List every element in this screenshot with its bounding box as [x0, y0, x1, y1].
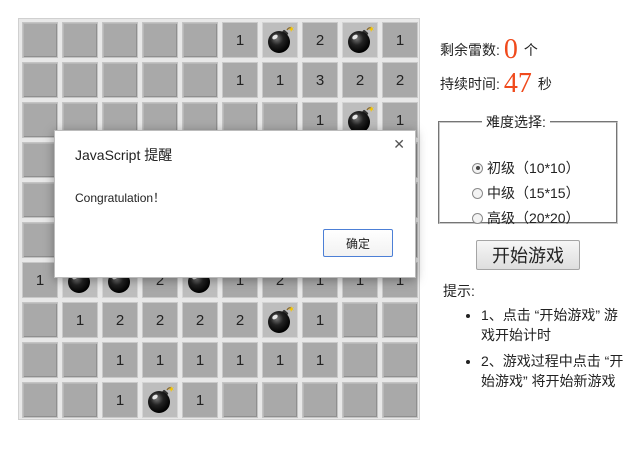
- bomb-icon: [348, 26, 374, 53]
- covered-cell[interactable]: [22, 62, 58, 98]
- covered-cell[interactable]: [62, 22, 98, 58]
- covered-cell[interactable]: [382, 342, 418, 378]
- covered-cell[interactable]: [182, 62, 218, 98]
- difficulty-option-advanced[interactable]: 高级（20*20）: [472, 208, 580, 228]
- number-cell[interactable]: 2: [302, 22, 338, 58]
- covered-cell[interactable]: [142, 22, 178, 58]
- covered-cell[interactable]: [382, 302, 418, 338]
- dialog-title: JavaScript 提醒: [75, 147, 173, 163]
- number-cell[interactable]: 2: [182, 302, 218, 338]
- number-cell[interactable]: 2: [102, 302, 138, 338]
- covered-cell[interactable]: [22, 142, 58, 178]
- number-cell[interactable]: 1: [142, 342, 178, 378]
- bomb-icon: [268, 26, 294, 53]
- elapsed-time-label: 持续时间:: [440, 76, 500, 92]
- covered-cell[interactable]: [262, 382, 298, 418]
- difficulty-option-intermediate[interactable]: 中级（15*15）: [472, 183, 580, 203]
- number-cell[interactable]: 1: [222, 342, 258, 378]
- number-cell[interactable]: 2: [342, 62, 378, 98]
- number-cell[interactable]: 1: [302, 302, 338, 338]
- difficulty-legend: 难度选择:: [486, 114, 546, 130]
- number-cell[interactable]: 1: [302, 342, 338, 378]
- difficulty-option-label: 初级（10*10）: [487, 160, 580, 176]
- covered-cell[interactable]: [102, 22, 138, 58]
- covered-cell[interactable]: [62, 342, 98, 378]
- covered-cell[interactable]: [22, 182, 58, 218]
- number-cell[interactable]: 2: [142, 302, 178, 338]
- javascript-alert-dialog: JavaScript 提醒 ✕ Congratulation！ 确定: [54, 130, 416, 278]
- number-cell[interactable]: 1: [222, 62, 258, 98]
- number-cell[interactable]: 1: [102, 342, 138, 378]
- covered-cell[interactable]: [342, 302, 378, 338]
- difficulty-group: 难度选择: 初级（10*10） 中级（15*15） 高级（20*20）: [438, 112, 618, 226]
- mines-remaining-unit: 个: [523, 42, 538, 58]
- mine-cell[interactable]: [262, 302, 298, 338]
- covered-cell[interactable]: [62, 62, 98, 98]
- mines-remaining: 剩余雷数: 0 个: [440, 34, 538, 66]
- radio-advanced[interactable]: [472, 212, 483, 224]
- covered-cell[interactable]: [22, 102, 58, 138]
- dialog-ok-button[interactable]: 确定: [323, 229, 393, 257]
- tip-item: 1、点击 “开始游戏” 游戏开始计时: [481, 305, 631, 345]
- number-cell[interactable]: 1: [382, 22, 418, 58]
- tips-title: 提示:: [443, 283, 475, 299]
- elapsed-time-value: 47: [503, 68, 532, 99]
- covered-cell[interactable]: [182, 22, 218, 58]
- covered-cell[interactable]: [22, 222, 58, 258]
- elapsed-time: 持续时间: 47 秒: [440, 68, 552, 100]
- covered-cell[interactable]: [22, 302, 58, 338]
- difficulty-option-label: 中级（15*15）: [487, 185, 580, 201]
- number-cell[interactable]: 1: [182, 342, 218, 378]
- covered-cell[interactable]: [22, 342, 58, 378]
- number-cell[interactable]: 1: [22, 262, 58, 298]
- number-cell[interactable]: 1: [182, 382, 218, 418]
- dialog-message: Congratulation！: [75, 191, 166, 205]
- radio-beginner[interactable]: [472, 162, 483, 174]
- number-cell[interactable]: 1: [102, 382, 138, 418]
- covered-cell[interactable]: [62, 382, 98, 418]
- difficulty-option-label: 高级（20*20）: [487, 210, 580, 226]
- mines-remaining-label: 剩余雷数:: [440, 42, 500, 58]
- mine-cell[interactable]: [262, 22, 298, 58]
- number-cell[interactable]: 2: [222, 302, 258, 338]
- number-cell[interactable]: 3: [302, 62, 338, 98]
- number-cell[interactable]: 1: [222, 22, 258, 58]
- covered-cell[interactable]: [102, 62, 138, 98]
- bomb-icon: [268, 306, 294, 333]
- radio-intermediate[interactable]: [472, 187, 483, 199]
- tip-item: 2、游戏过程中点击 “开始游戏” 将开始新游戏: [481, 351, 631, 391]
- covered-cell[interactable]: [342, 382, 378, 418]
- mines-remaining-value: 0: [503, 34, 518, 65]
- number-cell[interactable]: 1: [62, 302, 98, 338]
- tips-list: 1、点击 “开始游戏” 游戏开始计时 2、游戏过程中点击 “开始游戏” 将开始新…: [465, 305, 631, 397]
- start-game-button[interactable]: 开始游戏: [476, 240, 580, 270]
- covered-cell[interactable]: [142, 62, 178, 98]
- covered-cell[interactable]: [342, 342, 378, 378]
- close-icon[interactable]: ✕: [393, 137, 405, 153]
- number-cell[interactable]: 1: [262, 62, 298, 98]
- mine-cell[interactable]: [142, 382, 178, 418]
- number-cell[interactable]: 2: [382, 62, 418, 98]
- covered-cell[interactable]: [382, 382, 418, 418]
- elapsed-time-unit: 秒: [537, 76, 552, 92]
- bomb-icon: [148, 386, 174, 413]
- number-cell[interactable]: 1: [262, 342, 298, 378]
- covered-cell[interactable]: [222, 382, 258, 418]
- difficulty-option-beginner[interactable]: 初级（10*10）: [472, 158, 580, 178]
- covered-cell[interactable]: [22, 382, 58, 418]
- covered-cell[interactable]: [302, 382, 338, 418]
- covered-cell[interactable]: [22, 22, 58, 58]
- mine-cell[interactable]: [342, 22, 378, 58]
